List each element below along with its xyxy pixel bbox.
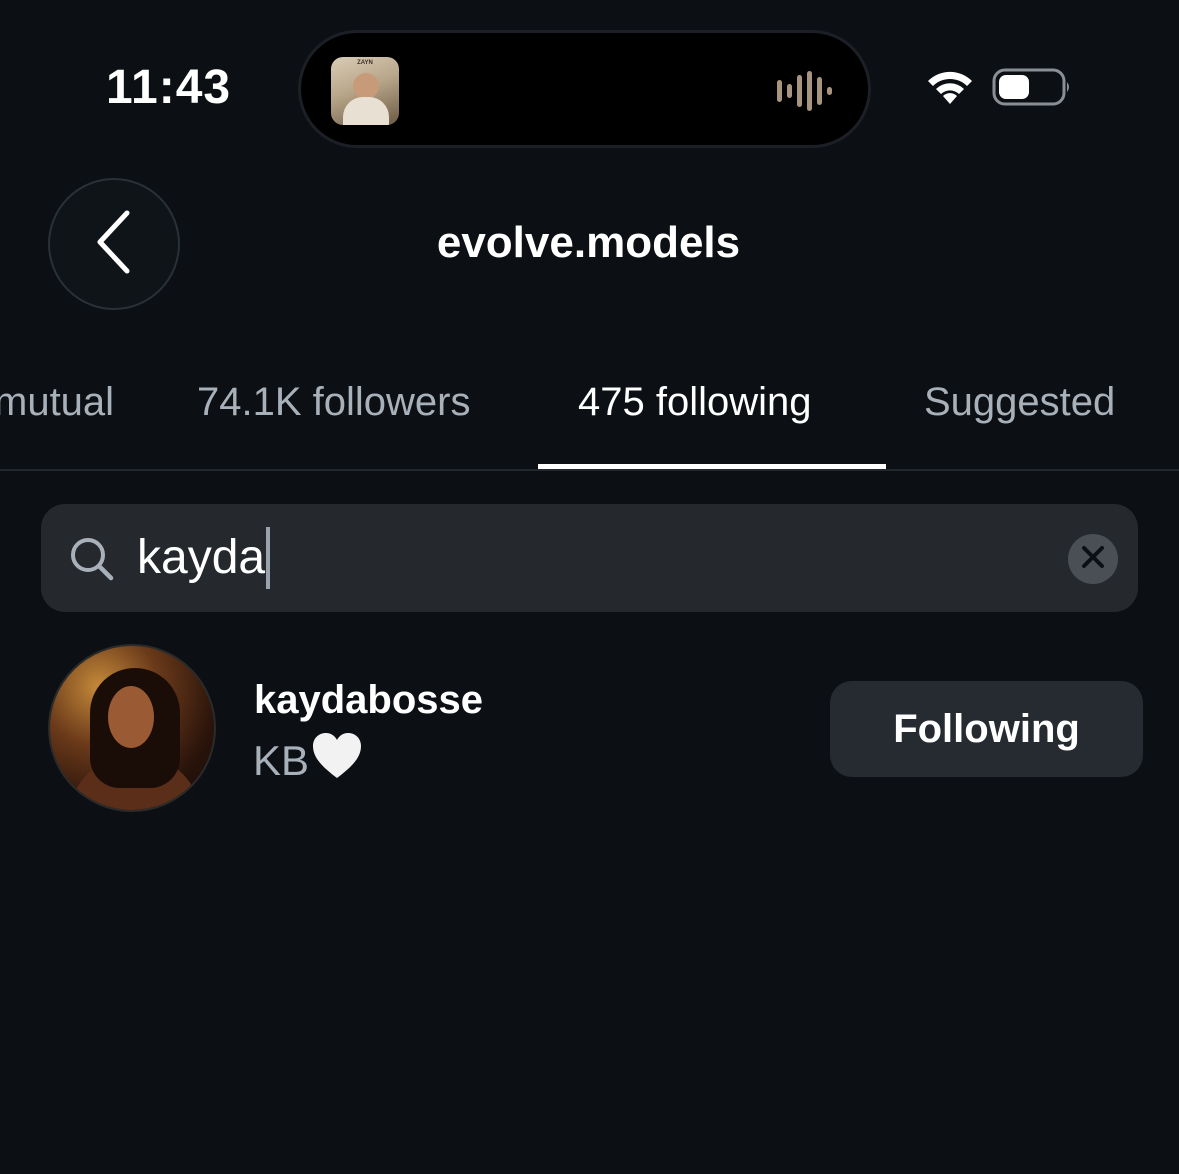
status-time: 11:43 — [106, 61, 232, 114]
page-title: evolve.models — [436, 218, 741, 267]
search-query-text: kayda — [137, 531, 266, 584]
avatar-face — [108, 686, 154, 748]
text-caret — [266, 527, 271, 589]
battery-icon — [992, 68, 1072, 111]
now-playing-album-art[interactable]: ZAYN — [331, 57, 399, 125]
dynamic-island[interactable]: ZAYN — [298, 30, 871, 148]
tab-following[interactable]: 475 following — [578, 380, 812, 425]
wifi-icon — [924, 68, 976, 111]
white-heart-icon — [311, 732, 363, 790]
divider — [0, 469, 1179, 471]
tab-bar: mutual 74.1K followers 475 following Sug… — [0, 360, 1179, 472]
search-bar[interactable]: kayda — [41, 504, 1138, 612]
list-item[interactable]: kaydabosse KB Following — [0, 640, 1179, 820]
full-name: KB — [253, 732, 363, 790]
search-icon — [69, 536, 115, 587]
search-input[interactable]: kayda — [137, 526, 271, 590]
avatar[interactable] — [48, 644, 216, 812]
clear-search-button[interactable] — [1068, 534, 1118, 584]
audio-waveform-icon — [777, 69, 832, 113]
album-art-figure-body — [343, 97, 389, 125]
album-art-title: ZAYN — [357, 60, 373, 66]
clear-icon — [1081, 545, 1105, 574]
album-art-figure-head — [353, 73, 379, 99]
app-screen: 11:43 ZAYN evolve.models mutual 74.1K fo… — [0, 0, 1179, 1174]
full-name-text: KB — [253, 737, 310, 784]
tab-mutual[interactable]: mutual — [0, 380, 114, 425]
username[interactable]: kaydabosse — [254, 678, 483, 723]
tab-suggested[interactable]: Suggested — [924, 380, 1115, 425]
tab-followers[interactable]: 74.1K followers — [197, 380, 470, 425]
following-button[interactable]: Following — [830, 681, 1143, 777]
